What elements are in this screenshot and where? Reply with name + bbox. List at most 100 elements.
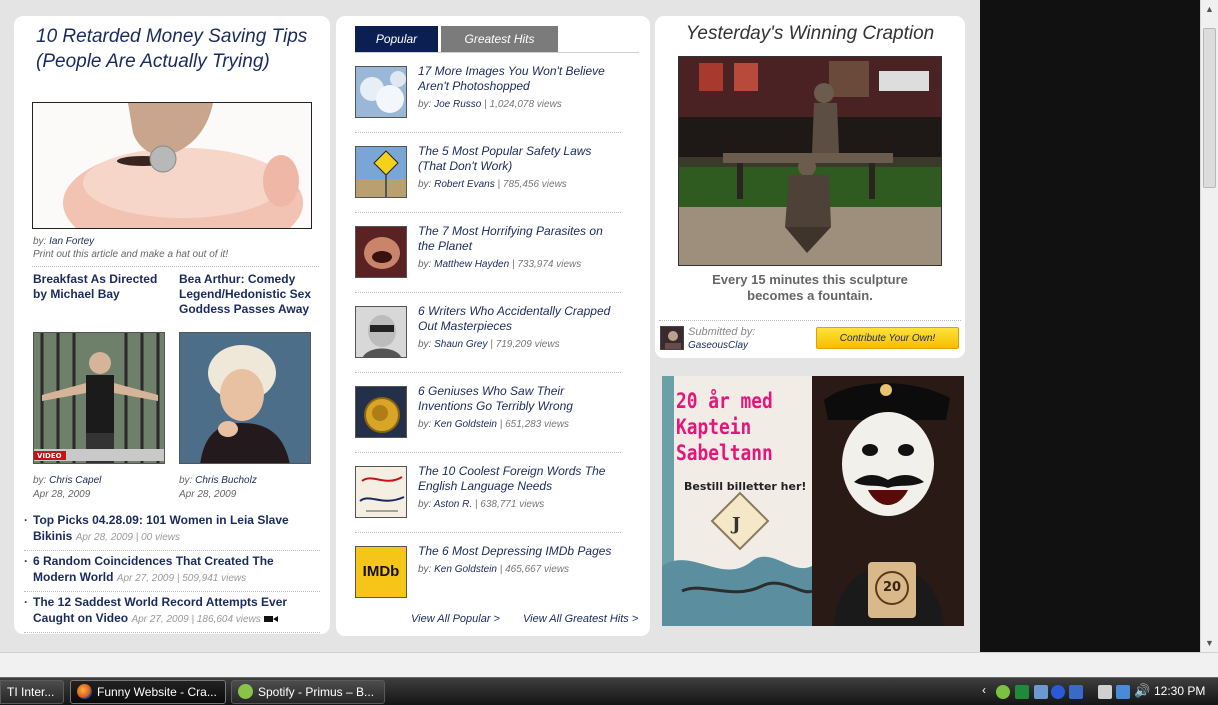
tray-expand-chevron-icon[interactable]: ‹ (982, 683, 986, 697)
popular-thumbnail[interactable] (355, 386, 407, 438)
popular-item[interactable]: IMDb The 6 Most Depressing IMDb Pages by… (355, 534, 621, 614)
list-item[interactable]: 6 Random Coincidences That Created The M… (24, 553, 320, 592)
device-tray-icon[interactable] (1098, 685, 1112, 699)
taskbar-item-label: Spotify - Primus – B... (258, 685, 375, 699)
clouds-thumbnail-image (356, 67, 406, 117)
popular-item-author[interactable]: Ken Goldstein (434, 564, 497, 575)
list-item-meta: Apr 28, 2009 | 00 views (75, 532, 181, 543)
popular-item[interactable]: The 10 Coolest Foreign Words The English… (355, 454, 621, 534)
popular-item-byline: by: Joe Russo | 1,024,078 views (418, 99, 562, 110)
featured-author[interactable]: Ian Fortey (49, 236, 94, 247)
tab-popular[interactable]: Popular (355, 26, 438, 52)
popular-item-byline: by: Shaun Grey | 719,209 views (418, 339, 560, 350)
popular-item-views: | 465,667 views (499, 564, 570, 575)
system-clock[interactable]: 12:30 PM (1154, 684, 1205, 698)
popular-item-byline: by: Ken Goldstein | 465,667 views (418, 564, 570, 575)
audio-tray-icon[interactable] (1051, 685, 1065, 699)
mini-article-title[interactable]: Breakfast As Directed by Michael Bay (33, 272, 173, 302)
taskbar-item-label: TI Inter... (7, 685, 55, 699)
popular-item-title[interactable]: 6 Writers Who Accidentally Crapped Out M… (418, 304, 618, 334)
popular-item-author[interactable]: Joe Russo (434, 99, 481, 110)
list-item-meta: Apr 27, 2009 | 186,604 views (131, 614, 261, 625)
popular-thumbnail[interactable] (355, 466, 407, 518)
popular-item[interactable]: 6 Writers Who Accidentally Crapped Out M… (355, 294, 621, 374)
app-tray-icon[interactable] (1015, 685, 1029, 699)
mini-article-author[interactable]: Chris Bucholz (195, 475, 257, 486)
popular-item-author[interactable]: Matthew Hayden (434, 259, 509, 270)
craption-panel: Yesterday's Winning Craption Every 15 mi… (655, 16, 965, 358)
popular-item-title[interactable]: The 10 Coolest Foreign Words The English… (418, 464, 618, 494)
popular-item-byline: by: Ken Goldstein | 651,283 views (418, 419, 570, 430)
man-at-fence-photo: VIDEO (34, 333, 164, 463)
featured-subtitle: Print out this article and make a hat ou… (33, 249, 229, 260)
popular-item[interactable]: The 7 Most Horrifying Parasites on the P… (355, 214, 621, 294)
ad-badge-number: 20 (882, 580, 902, 595)
popular-item-title[interactable]: 6 Geniuses Who Saw Their Inventions Go T… (418, 384, 618, 414)
popular-thumbnail[interactable] (355, 306, 407, 358)
network-tray-icon[interactable] (1034, 685, 1048, 699)
submitter-avatar[interactable] (660, 326, 684, 350)
list-item[interactable]: The 12 Saddest World Record Attempts Eve… (24, 594, 320, 633)
sculpture-photo (679, 57, 941, 265)
popular-item-views: | 1,024,078 views (484, 99, 562, 110)
divider (355, 452, 621, 453)
scroll-up-arrow-icon[interactable]: ▲ (1205, 4, 1214, 14)
divider (355, 372, 621, 373)
popular-thumbnail[interactable] (355, 66, 407, 118)
medal-thumbnail-image (356, 387, 406, 437)
divider (355, 292, 621, 293)
popular-item[interactable]: 17 More Images You Won't Believe Aren't … (355, 54, 621, 134)
mini-article-image[interactable]: VIDEO (33, 332, 165, 464)
video-camera-icon (264, 616, 279, 622)
list-item-meta: Apr 27, 2009 | 509,941 views (116, 573, 247, 584)
popular-item-author[interactable]: Aston R. (434, 499, 472, 510)
firefox-icon (77, 684, 92, 699)
scroll-down-arrow-icon[interactable]: ▼ (1205, 638, 1214, 648)
volume-icon[interactable]: 🔊 (1134, 683, 1150, 699)
spotify-icon (238, 684, 253, 699)
mini-article-author[interactable]: Chris Capel (49, 475, 101, 486)
display-tray-icon[interactable] (1116, 685, 1130, 699)
list-item[interactable]: Top Picks 04.28.09: 101 Women in Leia Sl… (24, 512, 320, 551)
popular-item-views: | 651,283 views (499, 419, 570, 430)
taskbar-item-firefox[interactable]: Funny Website - Cra... (70, 680, 226, 704)
blank-area (980, 0, 1200, 652)
popular-item-title[interactable]: The 7 Most Horrifying Parasites on the P… (418, 224, 618, 254)
popular-item-title[interactable]: The 5 Most Popular Safety Laws (That Don… (418, 144, 618, 174)
advertisement-banner[interactable]: J 20 år med Kaptein Sabeltann Bestill bi… (662, 376, 964, 626)
by-label: by: (33, 236, 47, 247)
popular-item-author[interactable]: Robert Evans (434, 179, 495, 190)
popular-item-byline: by: Robert Evans | 785,456 views (418, 179, 567, 190)
featured-title[interactable]: 10 Retarded Money Saving Tips (People Ar… (36, 24, 316, 74)
vertical-scrollbar[interactable]: ▲ ▼ (1200, 0, 1218, 652)
screen: 10 Retarded Money Saving Tips (People Ar… (0, 0, 1218, 705)
svg-text:J: J (730, 514, 741, 535)
scrollbar-thumb[interactable] (1203, 28, 1216, 188)
popular-item-title[interactable]: 17 More Images You Won't Believe Aren't … (418, 64, 618, 94)
spotify-tray-icon[interactable] (996, 685, 1010, 699)
tab-greatest-hits[interactable]: Greatest Hits (441, 26, 558, 52)
submitter-name[interactable]: GaseousClay (688, 340, 748, 351)
popular-item-author[interactable]: Ken Goldstein (434, 419, 497, 430)
craption-image[interactable] (678, 56, 942, 266)
taskbar-item[interactable]: TI Inter... (0, 680, 64, 704)
tab-underline (355, 52, 639, 53)
road-sign-thumbnail-image (356, 147, 406, 197)
taskbar-item-spotify[interactable]: Spotify - Primus – B... (231, 680, 385, 704)
mini-article-image[interactable] (179, 332, 311, 464)
view-all-popular-link[interactable]: View All Popular > (411, 613, 500, 625)
popular-thumbnail[interactable] (355, 146, 407, 198)
popular-item-title[interactable]: The 6 Most Depressing IMDb Pages (418, 544, 618, 559)
featured-panel: 10 Retarded Money Saving Tips (People Ar… (14, 16, 330, 634)
popular-item-author[interactable]: Shaun Grey (434, 339, 487, 350)
monitor-tray-icon[interactable] (1069, 685, 1083, 699)
featured-image-piggy-bank[interactable] (32, 102, 312, 229)
view-all-greatest-hits-link[interactable]: View All Greatest Hits > (523, 613, 638, 625)
popular-item[interactable]: 6 Geniuses Who Saw Their Inventions Go T… (355, 374, 621, 454)
popular-item[interactable]: The 5 Most Popular Safety Laws (That Don… (355, 134, 621, 214)
mini-article-title[interactable]: Bea Arthur: Comedy Legend/Hedonistic Sex… (179, 272, 324, 317)
popular-thumbnail[interactable] (355, 226, 407, 278)
divider (659, 320, 961, 321)
popular-thumbnail[interactable]: IMDb (355, 546, 407, 598)
contribute-your-own-button[interactable]: Contribute Your Own! (816, 327, 959, 349)
